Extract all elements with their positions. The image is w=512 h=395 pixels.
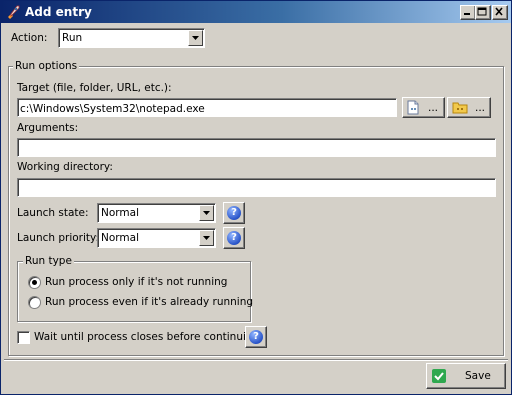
arguments-input[interactable] — [17, 138, 496, 157]
chevron-down-icon — [192, 36, 199, 40]
save-button[interactable]: Save — [426, 363, 506, 389]
save-label: Save — [465, 370, 491, 382]
rocket-icon — [8, 5, 20, 19]
action-select[interactable]: Run — [58, 28, 205, 48]
action-dropdown-button[interactable] — [188, 30, 203, 46]
launch-state-select[interactable]: Normal — [97, 203, 216, 223]
window-title: Add entry — [25, 5, 92, 19]
folder-icon — [452, 102, 468, 114]
help-icon: ? — [227, 206, 241, 220]
title-bar[interactable]: Add entry — [1, 1, 511, 23]
close-button[interactable] — [492, 5, 508, 20]
launch-state-label: Launch state: — [17, 207, 89, 219]
wait-label[interactable]: Wait until process closes before continu… — [34, 331, 259, 343]
action-label: Action: — [11, 32, 48, 44]
chevron-down-icon — [203, 211, 210, 215]
radio-selected-dot — [32, 280, 37, 285]
launch-priority-select[interactable]: Normal — [97, 228, 216, 248]
arguments-label: Arguments: — [17, 122, 79, 134]
browse-file-button[interactable]: ... — [402, 97, 445, 118]
launch-state-dropdown-button[interactable] — [199, 205, 214, 221]
help-icon: ? — [249, 330, 263, 344]
footer-divider — [4, 359, 508, 361]
run-type-group — [17, 261, 251, 322]
maximize-button[interactable] — [475, 5, 491, 20]
launch-state-help-button[interactable]: ? — [223, 202, 245, 224]
run-even-if-running-label[interactable]: Run process even if it's already running — [45, 296, 253, 308]
run-options-title: Run options — [13, 60, 80, 72]
file-icon — [407, 100, 419, 115]
wait-help-button[interactable]: ? — [245, 326, 267, 348]
working-directory-input[interactable] — [17, 178, 496, 197]
maximize-icon — [477, 7, 487, 16]
launch-priority-dropdown-button[interactable] — [199, 230, 214, 246]
working-directory-label: Working directory: — [17, 161, 113, 173]
browse-folder-label: ... — [475, 102, 486, 114]
browse-file-label: ... — [428, 102, 439, 114]
add-entry-window: Add entry Action: Run Run options Target… — [0, 0, 512, 395]
launch-priority-value: Normal — [101, 232, 139, 244]
close-icon — [495, 7, 503, 16]
checkmark-icon — [432, 369, 446, 383]
browse-folder-button[interactable]: ... — [447, 97, 491, 118]
target-label: Target (file, folder, URL, etc.): — [17, 82, 172, 94]
minimize-button[interactable] — [460, 5, 476, 20]
run-even-if-running-radio[interactable] — [28, 296, 41, 309]
action-select-value: Run — [62, 32, 83, 44]
launch-priority-label: Launch priority: — [17, 232, 100, 244]
minimize-icon — [464, 13, 470, 15]
launch-state-value: Normal — [101, 207, 139, 219]
run-type-title: Run type — [23, 255, 74, 267]
chevron-down-icon — [203, 236, 210, 240]
help-icon: ? — [227, 231, 241, 245]
target-input[interactable] — [17, 98, 397, 117]
wait-checkbox[interactable] — [17, 331, 30, 344]
run-if-not-running-radio[interactable] — [28, 276, 41, 289]
launch-priority-help-button[interactable]: ? — [223, 227, 245, 249]
run-if-not-running-label[interactable]: Run process only if it's not running — [45, 276, 227, 288]
